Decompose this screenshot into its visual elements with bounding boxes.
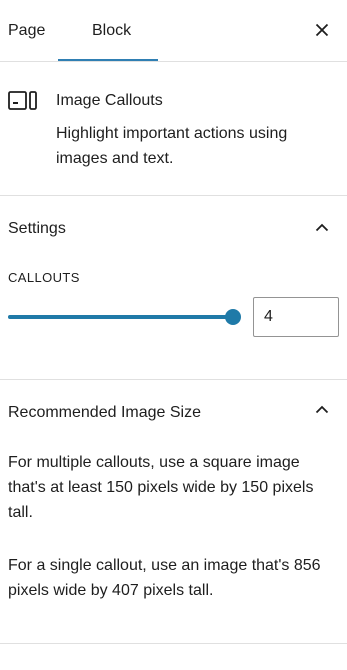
callouts-number-input[interactable]: [253, 297, 339, 337]
recommended-image-size-panel: Recommended Image Size For multiple call…: [0, 380, 347, 644]
settings-panel: Settings CALLOUTS: [0, 196, 347, 380]
image-callouts-icon: [8, 91, 37, 110]
block-card: Image Callouts Highlight important actio…: [0, 62, 347, 196]
slider-thumb[interactable]: [225, 309, 241, 325]
sidebar-tabs: Page Block: [0, 0, 347, 62]
image-size-paragraph: For a single callout, use an image that'…: [8, 557, 321, 599]
tab-page[interactable]: Page: [8, 21, 45, 41]
callouts-label: CALLOUTS: [8, 270, 80, 285]
settings-panel-title[interactable]: Settings: [8, 219, 66, 239]
chevron-up-icon[interactable]: [312, 400, 332, 420]
image-size-paragraph: For multiple callouts, use a square imag…: [8, 454, 314, 521]
block-title: Image Callouts: [56, 92, 163, 109]
tab-block[interactable]: Block: [92, 21, 131, 41]
slider-fill: [8, 315, 234, 319]
callouts-slider[interactable]: [8, 308, 241, 326]
close-icon[interactable]: [312, 20, 332, 40]
active-tab-indicator: [58, 59, 158, 61]
block-description: Highlight important actions using images…: [56, 125, 288, 167]
chevron-up-icon[interactable]: [312, 218, 332, 238]
image-size-panel-title[interactable]: Recommended Image Size: [8, 403, 201, 423]
